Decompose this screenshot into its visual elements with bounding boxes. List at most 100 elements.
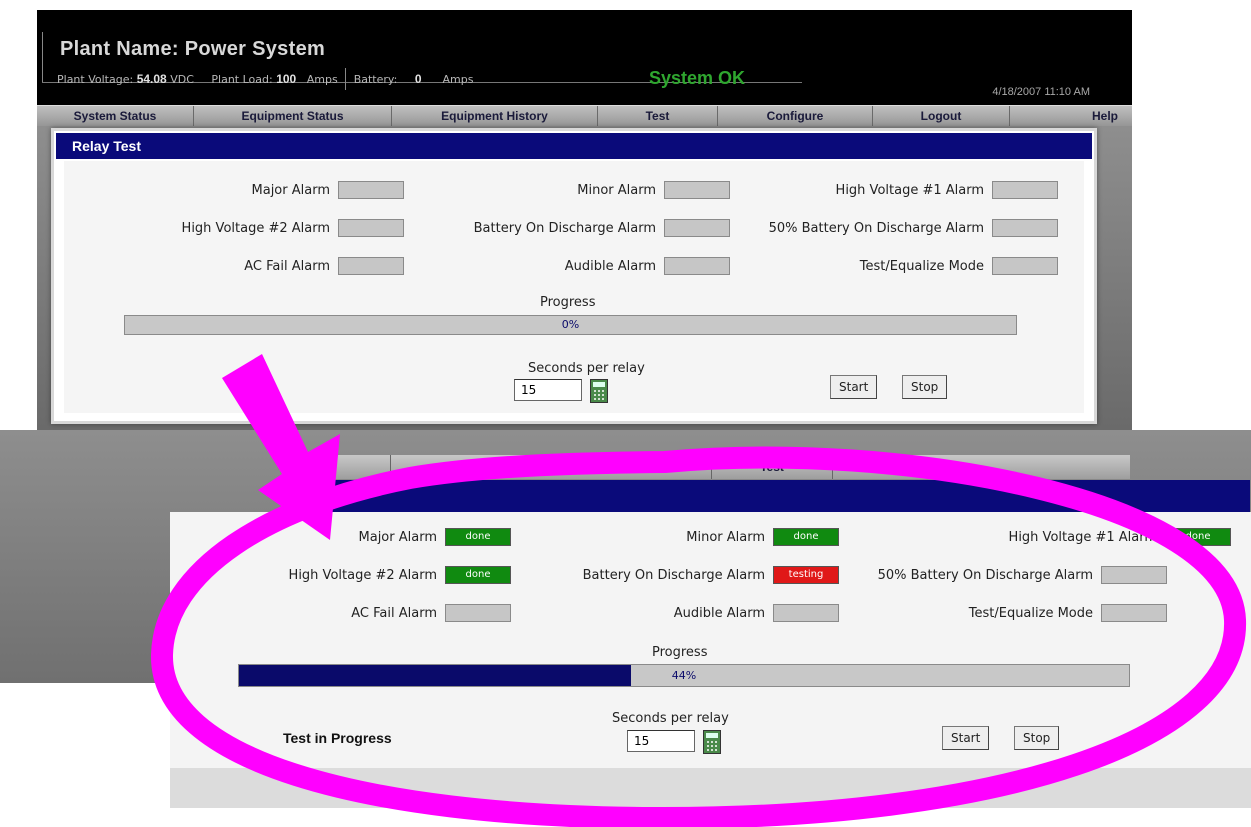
alarm-label: Test/Equalize Mode [859, 258, 984, 274]
stop-button[interactable]: Stop [902, 375, 948, 399]
zoom-alarm-high-voltage-2: High Voltage #2 Alarm done [289, 566, 511, 584]
plant-load-label: Plant Load: [211, 73, 273, 86]
zoom-alarm-battery-discharge: Battery On Discharge Alarm testing [583, 566, 839, 584]
alarm-label: Major Alarm [358, 529, 437, 545]
nav-system-status[interactable]: System Status [37, 106, 194, 126]
alarm-high-voltage-1: High Voltage #1 Alarm [836, 181, 1058, 199]
start-button[interactable]: Start [830, 375, 878, 399]
progress-percent: 0% [561, 318, 580, 331]
alarm-indicator [338, 257, 404, 275]
zoom-alarm-ac-fail: AC Fail Alarm [351, 604, 511, 622]
zoom-panel-edge [170, 768, 1251, 808]
relay-test-title: Relay Test [56, 133, 1092, 159]
alarm-indicator [338, 219, 404, 237]
zoom-nav-equipment-history[interactable]: Equipment History [391, 455, 712, 479]
zoom-alarm-test-equalize: Test/Equalize Mode [969, 604, 1167, 622]
zoom-progress-label: Progress [652, 645, 708, 660]
alarm-indicator [992, 181, 1058, 199]
alarm-label: High Voltage #2 Alarm [288, 567, 437, 583]
zoom-seconds-per-relay-input[interactable]: 15 [627, 730, 695, 752]
stat-separator [345, 68, 347, 90]
alarm-indicator [664, 219, 730, 237]
nav-logout[interactable]: Logout [873, 106, 1010, 126]
plant-voltage-unit: VDC [170, 73, 194, 86]
alarm-indicator [1101, 604, 1167, 622]
seconds-per-relay-input[interactable]: 15 [514, 379, 582, 401]
nav-help[interactable]: Help [1010, 106, 1132, 126]
main-nav: System Status Equipment Status Equipment… [37, 105, 1132, 126]
alarm-indicator [1101, 566, 1167, 584]
alarm-indicator [773, 604, 839, 622]
alarm-indicator: done [1165, 528, 1231, 546]
alarm-indicator [992, 219, 1058, 237]
alarm-label: Minor Alarm [577, 182, 656, 198]
alarm-major: Major Alarm [252, 181, 404, 199]
zoom-alarm-minor: Minor Alarm done [686, 528, 839, 546]
plant-load-unit: Amps [306, 73, 338, 86]
page-title: Plant Name: Power System [60, 38, 326, 60]
alarm-audible: Audible Alarm [565, 257, 730, 275]
alarm-label: Minor Alarm [686, 529, 765, 545]
battery-unit: Amps [442, 73, 474, 86]
datetime: 4/18/2007 11:10 AM [992, 86, 1090, 98]
alarm-indicator [338, 181, 404, 199]
alarm-indicator: done [445, 528, 511, 546]
plant-voltage-value: 54.08 [136, 72, 167, 86]
zoom-start-button[interactable]: Start [942, 726, 990, 750]
alarm-label: Audible Alarm [564, 258, 656, 274]
alarm-indicator: done [445, 566, 511, 584]
header-divider [42, 32, 43, 82]
alarm-test-equalize: Test/Equalize Mode [860, 257, 1058, 275]
relay-test-content: Major Alarm Minor Alarm High Voltage #1 … [64, 161, 1084, 413]
alarm-indicator: testing [773, 566, 839, 584]
nav-test[interactable]: Test [598, 106, 718, 126]
alarm-label: AC Fail Alarm [351, 605, 437, 621]
alarm-indicator [992, 257, 1058, 275]
zoom-alarm-major: Major Alarm done [359, 528, 511, 546]
nav-equipment-status[interactable]: Equipment Status [194, 106, 392, 126]
alarm-50-battery-discharge: 50% Battery On Discharge Alarm [769, 219, 1058, 237]
alarm-indicator [445, 604, 511, 622]
alarm-label: Major Alarm [251, 182, 330, 198]
nav-equipment-history[interactable]: Equipment History [392, 106, 598, 126]
alarm-label: Battery On Discharge Alarm [473, 220, 656, 236]
zoom-nav-test[interactable]: Test [712, 455, 833, 479]
alarm-label: Battery On Discharge Alarm [582, 567, 765, 583]
alarm-label: Test/Equalize Mode [968, 605, 1093, 621]
nav-configure[interactable]: Configure [718, 106, 873, 126]
system-status: System OK [649, 68, 746, 88]
calculator-icon[interactable] [590, 379, 608, 403]
alarm-label: High Voltage #1 Alarm [835, 182, 984, 198]
battery-label: Battery: [353, 73, 398, 86]
battery-value: 0 [414, 72, 422, 86]
plant-stats: Plant Voltage: 54.08 VDC Plant Load: 100… [57, 68, 473, 90]
alarm-high-voltage-2: High Voltage #2 Alarm [182, 219, 404, 237]
progress-label: Progress [540, 295, 596, 310]
zoom-calculator-icon[interactable] [703, 730, 721, 754]
relay-test-panel: Relay Test Major Alarm Minor Alarm High … [51, 128, 1097, 424]
alarm-label: High Voltage #1 Alarm [1008, 529, 1157, 545]
plant-load-value: 100 [276, 72, 297, 86]
zoom-nav: Equipment History Test [330, 455, 1130, 479]
progress-bar: 0% [124, 315, 1017, 335]
alarm-ac-fail: AC Fail Alarm [244, 257, 404, 275]
alarm-battery-discharge: Battery On Discharge Alarm [474, 219, 730, 237]
zoom-seconds-per-relay-label: Seconds per relay [612, 711, 729, 726]
zoom-alarm-audible: Audible Alarm [674, 604, 839, 622]
zoom-progress-bar: 44% [238, 664, 1130, 687]
alarm-label: Audible Alarm [673, 605, 765, 621]
alarm-label: High Voltage #2 Alarm [181, 220, 330, 236]
zoom-progress-percent: 44% [671, 669, 697, 682]
zoom-alarm-high-voltage-1: High Voltage #1 Alarm done [1009, 528, 1231, 546]
alarm-label: 50% Battery On Discharge Alarm [877, 567, 1093, 583]
alarm-minor: Minor Alarm [577, 181, 730, 199]
zoom-stop-button[interactable]: Stop [1014, 726, 1060, 750]
alarm-indicator [664, 181, 730, 199]
zoom-alarm-50-battery-discharge: 50% Battery On Discharge Alarm [878, 566, 1167, 584]
alarm-label: AC Fail Alarm [244, 258, 330, 274]
test-status-text: Test in Progress [283, 730, 392, 746]
seconds-per-relay-label: Seconds per relay [528, 361, 645, 376]
alarm-label: 50% Battery On Discharge Alarm [768, 220, 984, 236]
alarm-indicator [664, 257, 730, 275]
zoom-panel-title-bar [300, 480, 1250, 512]
